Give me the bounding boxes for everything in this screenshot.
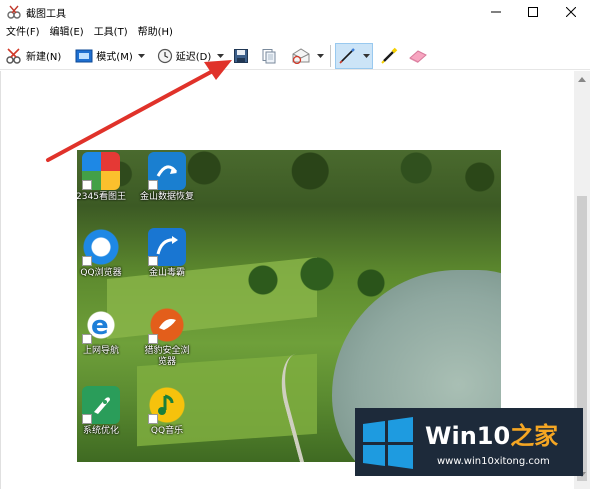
liebao-browser-icon — [148, 306, 186, 344]
shortcut-arrow-icon — [148, 256, 158, 266]
save-icon — [234, 48, 249, 63]
maximize-icon — [528, 7, 538, 17]
menu-file[interactable]: 文件(F) — [0, 24, 45, 42]
desktop-icon-liebao[interactable]: 猎豹安全浏览器 — [135, 306, 199, 372]
desktop-icon-label: 系统优化 — [82, 426, 119, 436]
desktop-icon-qq-music[interactable]: QQ音乐 — [135, 386, 199, 442]
mode-button-label: 模式(M) — [96, 52, 133, 63]
close-icon — [566, 7, 576, 17]
eraser-button[interactable] — [405, 44, 431, 68]
chevron-down-icon — [363, 53, 371, 58]
desktop-icon-2345[interactable]: 2345看图王 — [77, 152, 133, 208]
data-recovery-icon — [148, 152, 186, 190]
eraser-icon — [409, 49, 428, 63]
menu-tools[interactable]: 工具(T) — [89, 24, 133, 42]
toolbar-separator — [330, 44, 332, 67]
watermark-title-main: Win10 — [425, 422, 511, 450]
desktop-icon-label: 金山毒霸 — [148, 268, 185, 278]
qq-music-icon — [148, 386, 186, 424]
image-viewer-icon — [82, 152, 120, 190]
desktop-icon-qq-browser[interactable]: QQ浏览器 — [77, 228, 133, 284]
svg-text:e: e — [91, 311, 109, 341]
desktop-icon-label: 上网导航 — [82, 346, 119, 356]
mode-dropdown[interactable] — [136, 44, 148, 68]
scroll-up-icon[interactable] — [578, 77, 586, 82]
toolbar: 新建(N) 模式(M) 延迟(D) — [0, 42, 590, 70]
minimize-button[interactable] — [478, 0, 514, 24]
mode-icon — [75, 49, 93, 62]
watermark-title-accent: 之家 — [510, 422, 559, 450]
title-bar: 截图工具 — [0, 0, 590, 24]
desktop-icon-ie-nav[interactable]: e 上网导航 — [77, 306, 133, 362]
desktop-icon-data-recovery[interactable]: 金山数据恢复 — [135, 152, 199, 208]
shortcut-arrow-icon — [148, 414, 158, 424]
copy-icon — [262, 48, 276, 63]
desktop-icon-system-optimize[interactable]: 系统优化 — [77, 386, 133, 442]
shortcut-arrow-icon — [148, 180, 158, 190]
new-button-label: 新建(N) — [26, 52, 62, 63]
send-button[interactable] — [288, 44, 314, 68]
desktop-icon-label: 猎豹安全浏览器 — [144, 346, 190, 367]
snipping-tool-window: 截图工具 文件(F) 编辑(E) 工具(T) 帮助(H) 新建(N) 模式(M)… — [0, 0, 590, 489]
maximize-button[interactable] — [515, 0, 551, 24]
chevron-down-icon — [316, 53, 324, 58]
minimize-icon — [491, 11, 501, 13]
menu-bar: 文件(F) 编辑(E) 工具(T) 帮助(H) — [0, 24, 590, 42]
delay-button-label: 延迟(D) — [175, 52, 212, 63]
window-title: 截图工具 — [26, 9, 66, 20]
send-icon — [292, 47, 310, 64]
shortcut-arrow-icon — [82, 180, 92, 190]
delay-button[interactable]: 延迟(D) — [154, 44, 215, 68]
shortcut-arrow-icon — [82, 334, 92, 344]
new-button[interactable]: 新建(N) — [2, 44, 64, 68]
desktop-icon-label: QQ音乐 — [150, 426, 184, 436]
ie-browser-icon: e — [82, 306, 120, 344]
desktop-icon-label: 2345看图王 — [77, 192, 126, 202]
send-dropdown[interactable] — [314, 44, 326, 68]
rocket-icon — [82, 386, 120, 424]
scissors-icon — [6, 47, 21, 64]
close-button[interactable] — [553, 0, 589, 24]
mode-button[interactable]: 模式(M) — [72, 44, 135, 68]
menu-edit[interactable]: 编辑(E) — [45, 24, 89, 42]
pen-icon — [339, 47, 356, 64]
pen-button[interactable] — [335, 42, 374, 69]
chevron-down-icon — [216, 53, 224, 58]
clock-icon — [157, 48, 172, 63]
desktop-icon-duba[interactable]: 金山毒霸 — [135, 228, 199, 284]
shortcut-arrow-icon — [82, 256, 92, 266]
desktop-icon-label: 金山数据恢复 — [139, 192, 194, 202]
copy-button[interactable] — [258, 44, 280, 68]
shortcut-arrow-icon — [148, 334, 158, 344]
highlighter-button[interactable] — [377, 44, 401, 68]
win10-watermark: Win10之家 www.win10xitong.com — [355, 408, 583, 476]
watermark-url: www.win10xitong.com — [437, 456, 550, 467]
watermark-title: Win10之家 — [425, 416, 558, 451]
shortcut-arrow-icon — [82, 414, 92, 424]
qq-browser-icon — [82, 228, 120, 266]
chevron-down-icon — [138, 53, 146, 58]
snipping-tool-app-icon — [7, 5, 21, 19]
menu-help[interactable]: 帮助(H) — [133, 24, 178, 42]
windows-logo-icon — [363, 417, 413, 469]
desktop-icon-label: QQ浏览器 — [80, 268, 122, 278]
delay-dropdown[interactable] — [214, 44, 226, 68]
save-button[interactable] — [230, 44, 252, 68]
highlighter-icon — [381, 47, 398, 64]
antivirus-icon — [148, 228, 186, 266]
